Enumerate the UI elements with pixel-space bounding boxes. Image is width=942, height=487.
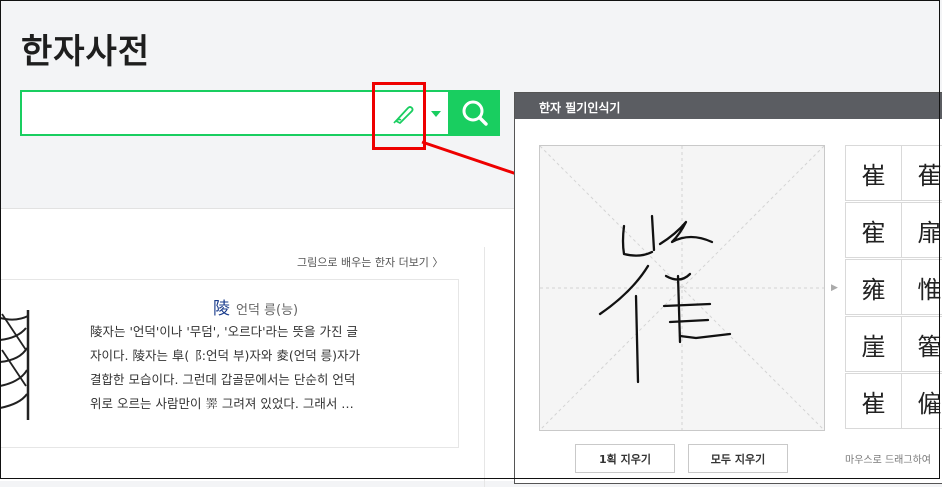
handwriting-panel: 한자 필기인식기 ▶ 崔 萑 寉 扉 雍 惟 崖 篧 崔 僱 1획 지우기 모두… xyxy=(514,92,942,484)
hanja-illustration xyxy=(0,310,30,420)
content-area: 그림으로 배우는 한자 더보기 〉 陵 언덕 릉(능) 陵자는 '언덕'이나 '무… xyxy=(0,209,515,487)
hanja-card[interactable]: 陵 언덕 릉(능) 陵자는 '언덕'이나 '무덤', '오르다'라는 뜻을 가진 … xyxy=(0,279,459,448)
description-line: 자이다. 陵자는 阜(⻏:언덕 부)자와 夌(언덕 릉)자가 xyxy=(90,348,361,363)
search-input[interactable] xyxy=(28,98,372,130)
hanja-reading: 언덕 릉(능) xyxy=(236,303,299,318)
handwriting-canvas[interactable] xyxy=(539,145,825,431)
handwriting-strokes xyxy=(540,146,824,430)
candidate-char[interactable]: 僱 xyxy=(901,373,942,429)
candidate-nav-icon[interactable]: ▶ xyxy=(831,283,838,293)
description-line: 결합한 모습이다. 그런데 갑골문에서는 단순히 언덕 xyxy=(90,372,356,387)
candidate-char[interactable]: 寉 xyxy=(845,202,902,258)
more-link[interactable]: 그림으로 배우는 한자 더보기 〉 xyxy=(297,254,443,270)
panel-hint: 마우스로 드래그하여 xyxy=(845,455,931,466)
candidate-char[interactable]: 篧 xyxy=(901,316,942,372)
handwriting-button[interactable] xyxy=(372,82,426,150)
candidate-char[interactable]: 扉 xyxy=(901,202,942,258)
clear-all-button[interactable]: 모두 지우기 xyxy=(688,444,788,473)
description-line: 陵자는 '언덕'이나 '무덤', '오르다'라는 뜻을 가진 글 xyxy=(90,324,358,339)
column-divider xyxy=(484,247,485,487)
candidate-char[interactable]: 崔 xyxy=(845,145,902,201)
search-button[interactable] xyxy=(450,90,500,136)
description-line: 위로 오르는 사람만이 𢍰 그려져 있었다. 그래서 … xyxy=(90,396,354,411)
candidate-char[interactable]: 惟 xyxy=(901,259,942,315)
candidate-char[interactable]: 崔 xyxy=(845,373,902,429)
candidate-char[interactable]: 萑 xyxy=(901,145,942,201)
clear-stroke-button[interactable]: 1획 지우기 xyxy=(575,444,675,473)
search-icon xyxy=(462,100,488,126)
hanja-description: 陵자는 '언덕'이나 '무덤', '오르다'라는 뜻을 가진 글 자이다. 陵자… xyxy=(90,320,450,416)
page-title: 한자사전 xyxy=(21,32,151,72)
hanja-heading: 陵 언덕 릉(능) xyxy=(213,294,298,319)
panel-title-bar: 한자 필기인식기 xyxy=(515,93,942,119)
pen-icon xyxy=(393,106,414,124)
caret-down-icon[interactable] xyxy=(430,108,442,120)
panel-title: 한자 필기인식기 xyxy=(539,101,621,115)
candidate-char[interactable]: 崖 xyxy=(845,316,902,372)
candidate-char[interactable]: 雍 xyxy=(845,259,902,315)
hanja-character: 陵 xyxy=(213,299,230,319)
